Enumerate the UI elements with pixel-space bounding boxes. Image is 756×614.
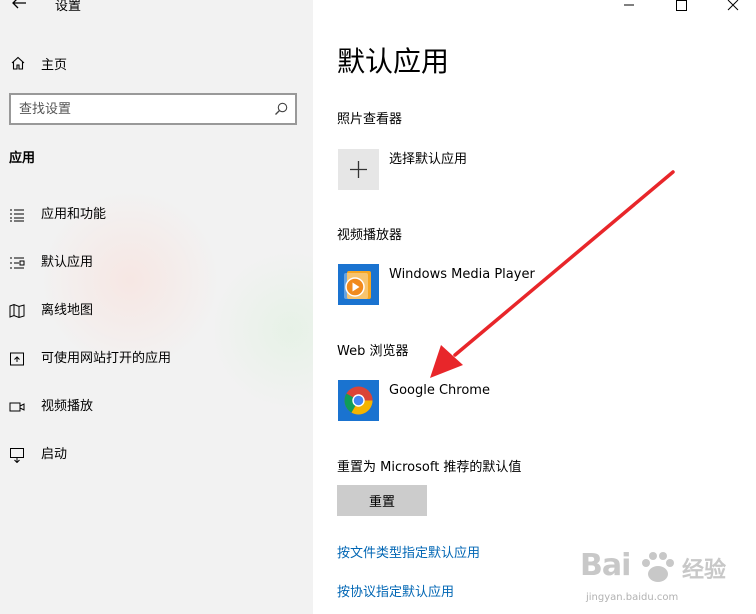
google-chrome-icon xyxy=(338,380,379,421)
web-browser-app-button[interactable]: Google Chrome xyxy=(338,380,638,422)
paw-icon xyxy=(638,550,678,590)
sidebar: 设置 主页 应用 应用和功能 默认应用 离线地图 可使用网站打 xyxy=(0,0,313,614)
photo-viewer-app-button[interactable]: 选择默认应用 xyxy=(338,149,638,191)
plus-icon xyxy=(338,149,379,190)
category-photo-viewer-label: 照片查看器 xyxy=(337,112,403,127)
page-title: 默认应用 xyxy=(337,45,450,78)
choose-by-protocol-link[interactable]: 按协议指定默认应用 xyxy=(337,584,454,601)
offline-map-icon xyxy=(9,303,25,319)
search-input[interactable] xyxy=(19,99,259,119)
sidebar-item-label: 视频播放 xyxy=(41,399,94,414)
app-name: Google Chrome xyxy=(389,383,490,398)
sidebar-item-offline-maps[interactable]: 离线地图 xyxy=(0,296,313,326)
choose-by-file-type-link[interactable]: 按文件类型指定默认应用 xyxy=(337,545,480,562)
sidebar-item-default-apps[interactable]: 默认应用 xyxy=(0,248,313,278)
maximize-icon[interactable] xyxy=(658,0,704,16)
baidu-watermark: Bai 经验 jingyan.baidu.com xyxy=(580,546,750,610)
sidebar-item-startup[interactable]: 启动 xyxy=(0,440,313,470)
video-player-app-button[interactable]: Windows Media Player xyxy=(338,264,638,306)
back-arrow-icon[interactable] xyxy=(10,0,28,12)
home-icon xyxy=(10,55,26,71)
category-video-player-label: 视频播放器 xyxy=(337,228,403,243)
sidebar-item-apps-for-websites[interactable]: 可使用网站打开的应用 xyxy=(0,344,313,374)
windows-media-player-icon xyxy=(338,264,379,305)
sidebar-item-video-playback[interactable]: 视频播放 xyxy=(0,392,313,422)
apps-list-icon xyxy=(9,207,25,223)
watermark-brand: Bai xyxy=(580,548,631,583)
search-box[interactable] xyxy=(9,93,297,125)
reset-description: 重置为 Microsoft 推荐的默认值 xyxy=(337,460,522,475)
open-with-website-icon xyxy=(9,351,25,367)
sidebar-item-apps-features[interactable]: 应用和功能 xyxy=(0,200,313,230)
sidebar-item-label: 启动 xyxy=(41,447,68,462)
reset-button[interactable]: 重置 xyxy=(337,485,427,516)
window-title: 设置 xyxy=(55,0,82,14)
sidebar-item-label: 应用和功能 xyxy=(41,207,107,222)
sidebar-item-label: 可使用网站打开的应用 xyxy=(41,351,172,366)
video-playback-icon xyxy=(9,399,25,415)
section-title: 应用 xyxy=(9,151,36,166)
sidebar-item-label: 默认应用 xyxy=(41,255,94,270)
sidebar-item-label: 主页 xyxy=(41,58,68,73)
category-web-browser-label: Web 浏览器 xyxy=(337,344,409,359)
main-panel: 默认应用 照片查看器 选择默认应用 视频播放器 Windows Media Pl… xyxy=(313,0,756,614)
minimize-icon[interactable] xyxy=(606,0,652,16)
startup-icon xyxy=(9,447,25,464)
close-icon[interactable] xyxy=(710,0,756,16)
sidebar-item-label: 离线地图 xyxy=(41,303,94,318)
default-apps-icon xyxy=(9,255,25,271)
app-name: Windows Media Player xyxy=(389,267,535,282)
search-icon[interactable] xyxy=(273,101,289,117)
window-controls xyxy=(606,0,756,16)
app-name: 选择默认应用 xyxy=(389,152,468,167)
watermark-url: jingyan.baidu.com xyxy=(586,592,679,603)
watermark-brand-cn: 经验 xyxy=(682,558,727,583)
sidebar-item-home[interactable]: 主页 xyxy=(0,50,313,76)
